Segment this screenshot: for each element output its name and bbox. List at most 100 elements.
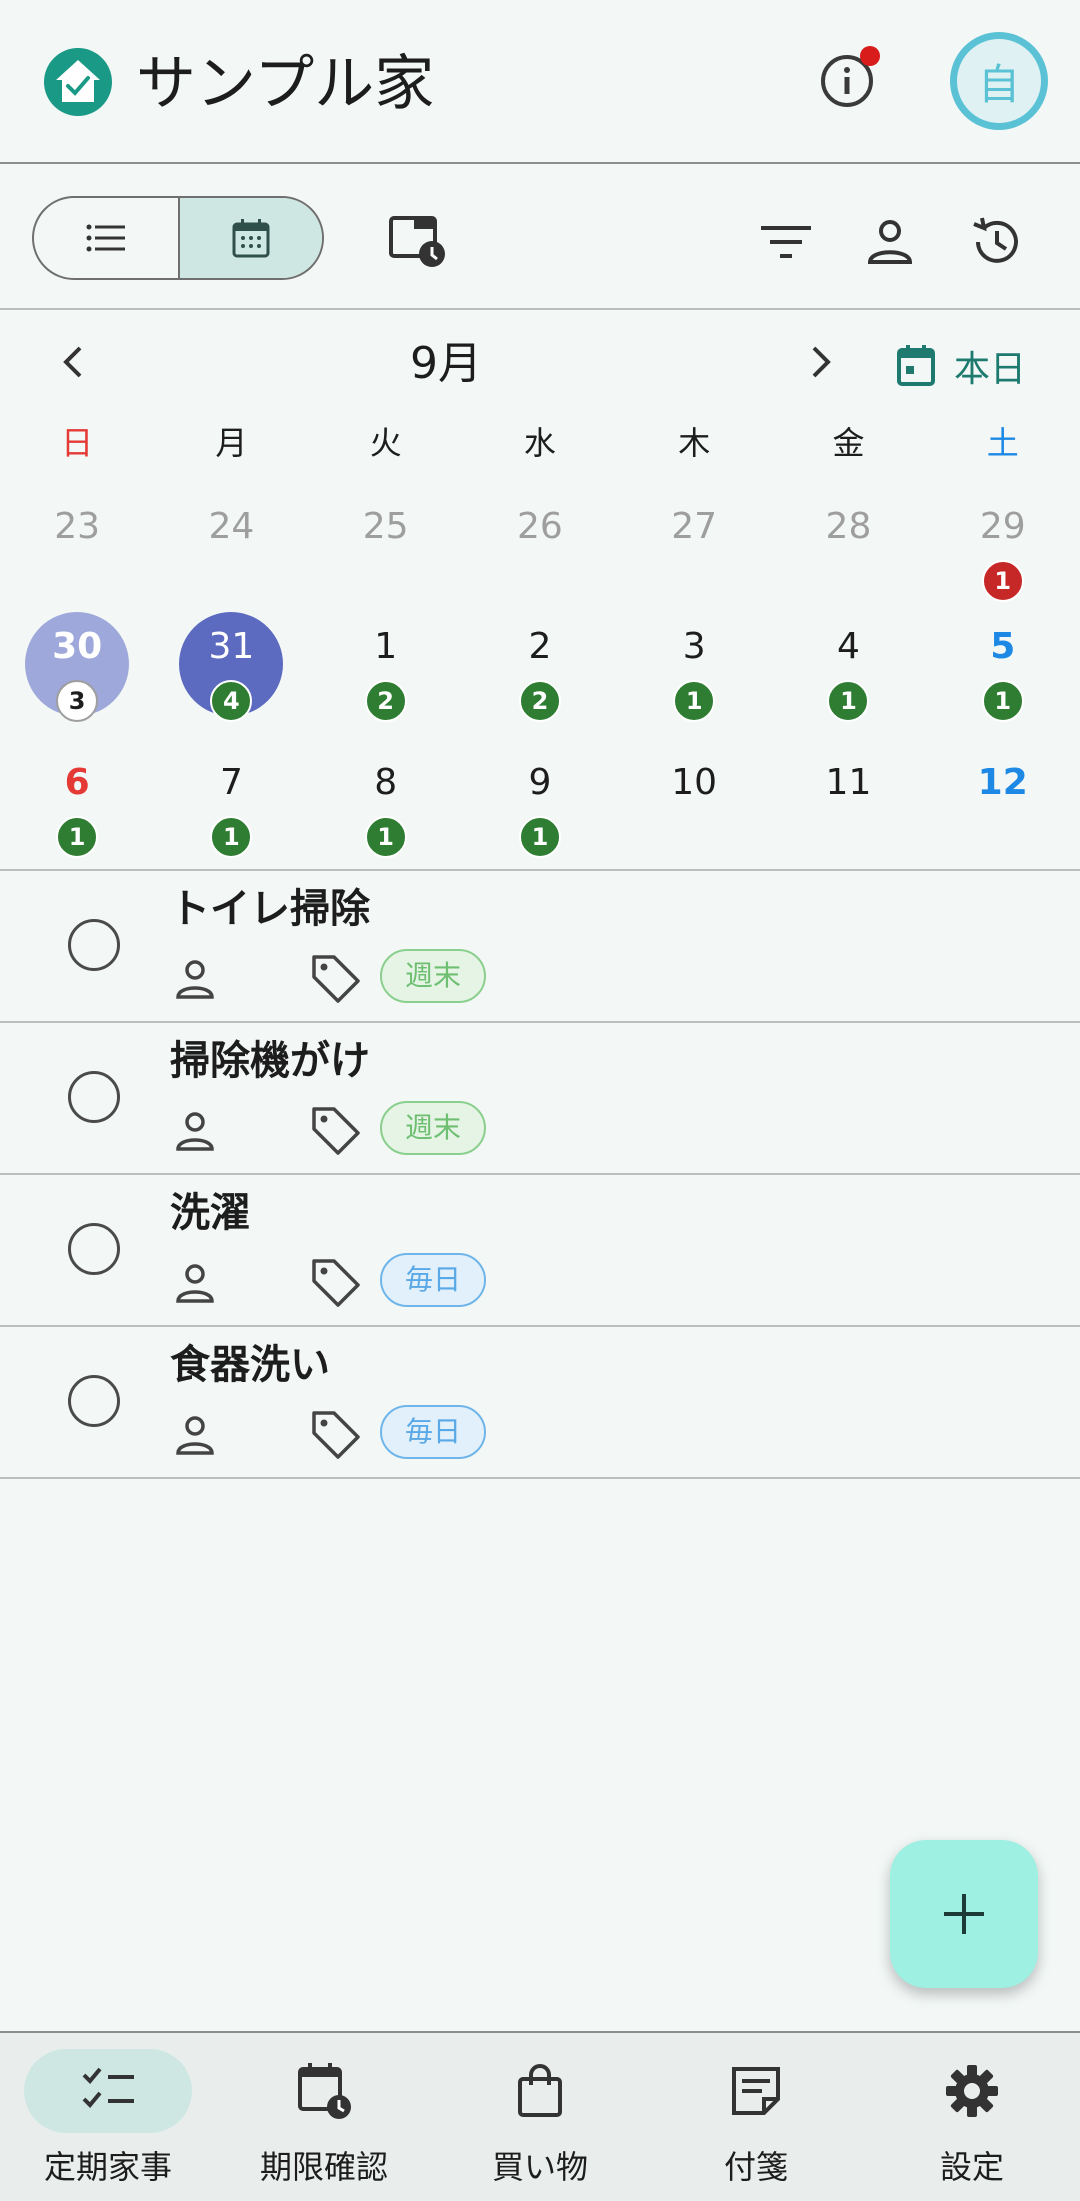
chevron-left-icon[interactable] [50,338,98,386]
day-number: 11 [825,762,872,803]
calendar-day[interactable]: 71 [154,748,308,884]
person-icon [176,960,214,999]
task-title: 洗濯 [170,1190,250,1236]
person-icon [176,1264,214,1303]
task-count-badge: 1 [518,816,561,858]
calendar-day[interactable]: 10 [617,748,771,884]
calendar-week: 30 3 31 4 1 2 2 2 3 1 4 1 5 1 [0,612,1080,748]
task-count-badge: 1 [673,680,716,722]
weekday-thu: 木 [678,424,711,462]
filter-icon [761,226,811,258]
task-complete-checkbox[interactable] [68,1223,120,1275]
task-count-badge: 1 [827,680,870,722]
task-item[interactable]: トイレ掃除 週末 [0,871,1080,1023]
calendar-day[interactable]: 22 [463,612,617,748]
calendar-view-button[interactable] [177,198,322,278]
calendar-day[interactable]: 30 3 [0,612,154,748]
filter-button[interactable] [754,210,818,274]
calendar-day[interactable]: 26 [463,492,617,628]
history-button[interactable] [964,210,1028,274]
calendar-day[interactable]: 31 4 [154,612,308,748]
plus-icon [944,1894,984,1934]
task-category-chip: 週末 [380,949,486,1003]
tag-icon [312,1411,360,1459]
nav-label: 付箋 [723,2148,788,2186]
gear-icon [946,2065,998,2117]
day-number: 31 [208,626,255,667]
task-count-badge: 2 [518,680,561,722]
calendar-day[interactable]: 91 [463,748,617,884]
avatar[interactable]: 自 [950,32,1048,130]
history-icon [973,217,1018,263]
task-complete-checkbox[interactable] [68,1071,120,1123]
shopping-bag-icon [518,2064,562,2117]
list-view-button[interactable] [34,198,178,278]
day-number: 24 [208,506,255,547]
tag-icon [312,955,360,1003]
nav-item-recurring-chores[interactable]: 定期家事 [0,2033,216,2201]
task-item[interactable]: 食器洗い 毎日 [0,1327,1080,1479]
calendar-day[interactable]: 29 1 [926,492,1080,628]
task-item[interactable]: 洗濯 毎日 [0,1175,1080,1327]
calendar-day[interactable]: 11 [771,748,925,884]
day-number: 8 [374,762,398,803]
calendar-day[interactable]: 51 [926,612,1080,748]
day-number: 3 [682,626,706,667]
nav-item-settings[interactable]: 設定 [864,2033,1080,2201]
person-icon [867,220,913,264]
calendar-day[interactable]: 81 [309,748,463,884]
calendar-clock-icon [298,2063,351,2119]
nav-item-shopping[interactable]: 買い物 [432,2033,648,2201]
today-button[interactable]: 本日 [896,340,1026,392]
task-item[interactable]: 掃除機がけ 週末 [0,1023,1080,1175]
nav-label: 定期家事 [43,2148,172,2186]
task-count-badge: 1 [364,816,407,858]
calendar-header: 9月 本日 [0,310,1080,410]
add-task-button[interactable] [890,1840,1038,1988]
calendar-day[interactable]: 23 [0,492,154,628]
notification-dot [860,46,880,66]
task-count-badge: 3 [56,680,99,722]
day-number: 5 [990,626,1016,667]
app-title: サンプル家 [136,49,435,119]
nav-item-sticky-notes[interactable]: 付箋 [648,2033,864,2201]
calendar-week: 6 1 7 1 8 1 9 1 10 11 12 [0,748,1080,884]
calendar-day[interactable]: 27 [617,492,771,628]
calendar-day[interactable]: 12 [926,748,1080,884]
task-category-chip: 週末 [380,1101,486,1155]
nav-label: 買い物 [491,2148,588,2186]
sticky-note-icon [732,2067,780,2115]
day-number: 30 [52,626,103,667]
day-number: 25 [362,506,409,547]
toolbar [0,164,1080,310]
nav-item-deadline-check[interactable]: 期限確認 [216,2033,432,2201]
checklist-icon [82,2067,134,2108]
task-title: 掃除機がけ [170,1038,370,1084]
day-number: 10 [671,762,718,803]
task-complete-checkbox[interactable] [68,919,120,971]
calendar-day[interactable]: 61 [0,748,154,884]
calendar-day[interactable]: 25 [309,492,463,628]
task-title: トイレ掃除 [170,886,370,932]
bottom-navigation: 定期家事 期限確認 買い物 付箋 設定 [0,2031,1080,2201]
calendar-day[interactable]: 31 [617,612,771,748]
person-filter-button[interactable] [858,210,922,274]
day-number: 26 [517,506,563,547]
task-title: 食器洗い [170,1342,330,1388]
month-label: 9月 [410,338,482,389]
calendar-clock-icon [389,216,445,267]
calendar-day[interactable]: 12 [309,612,463,748]
task-complete-checkbox[interactable] [68,1375,120,1427]
calendar-day[interactable]: 24 [154,492,308,628]
nav-label: 設定 [939,2148,1004,2186]
chevron-right-icon[interactable] [796,338,844,386]
day-number: 6 [64,762,90,803]
weekday-mon: 月 [215,424,248,462]
day-number: 7 [219,762,243,803]
today-label: 本日 [954,349,1027,390]
schedule-button[interactable] [386,210,450,274]
day-number: 9 [528,762,552,803]
calendar-day[interactable]: 28 [771,492,925,628]
day-number: 28 [825,506,872,547]
calendar-day[interactable]: 41 [771,612,925,748]
